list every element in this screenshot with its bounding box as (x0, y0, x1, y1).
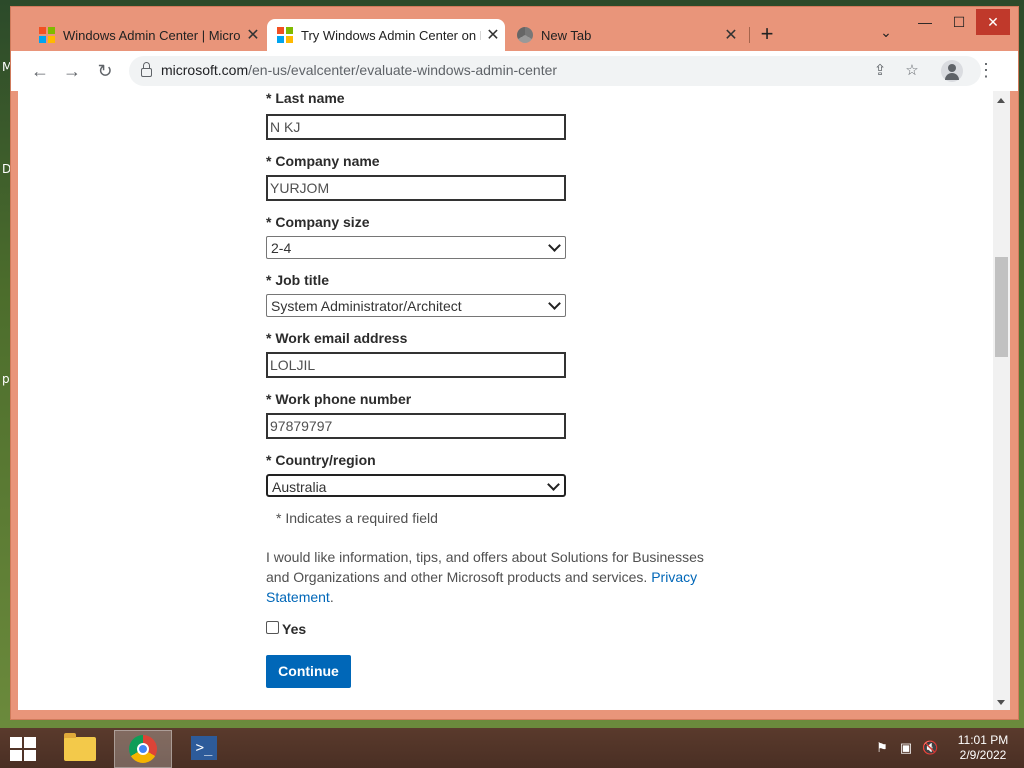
chevron-down-icon (548, 297, 561, 310)
menu-dots-icon[interactable]: ⋮ (977, 60, 995, 82)
yes-label: Yes (282, 621, 307, 637)
tab-title: Try Windows Admin Center on M (301, 27, 481, 43)
tab-title: Windows Admin Center | Micros (63, 27, 241, 43)
tab-close-icon[interactable]: ✕ (241, 25, 265, 45)
back-arrow-icon[interactable]: ← (28, 59, 52, 83)
page-content: * Last name N KJ * Company name YURJOM *… (18, 91, 1003, 710)
new-tab-button[interactable]: + (755, 23, 779, 47)
windows-start-icon[interactable] (10, 737, 38, 761)
folder-icon (64, 733, 96, 761)
tab-close-icon[interactable]: ✕ (481, 25, 505, 45)
tab-close-icon[interactable]: ✕ (719, 25, 743, 45)
chevron-down-icon (548, 239, 561, 252)
scroll-thumb[interactable] (995, 257, 1008, 357)
job-title-value: System Administrator/Architect (271, 298, 462, 314)
company-size-select[interactable]: 2-4 (266, 236, 566, 259)
tab-try-windows-admin-center[interactable]: Try Windows Admin Center on M ✕ (267, 19, 505, 51)
file-explorer-taskbar-button[interactable] (52, 730, 108, 766)
last-name-input[interactable]: N KJ (266, 114, 566, 140)
microsoft-logo-icon (277, 27, 293, 43)
system-clock[interactable]: 11:01 PM 2/9/2022 (950, 733, 1016, 763)
tab-windows-admin-center[interactable]: Windows Admin Center | Micros ✕ (29, 19, 265, 51)
continue-button[interactable]: Continue (266, 655, 351, 688)
scroll-down-icon[interactable] (997, 700, 1005, 705)
company-size-value: 2-4 (271, 240, 292, 256)
chrome-icon (517, 27, 533, 43)
action-center-flag-icon[interactable]: ⚑ (874, 740, 890, 756)
company-name-input[interactable]: YURJOM (266, 175, 566, 201)
clock-date: 2/9/2022 (959, 748, 1007, 762)
country-select[interactable]: Australia (266, 474, 566, 497)
consent-text: I would like information, tips, and offe… (266, 549, 704, 605)
job-title-select[interactable]: System Administrator/Architect (266, 294, 566, 317)
work-phone-label: * Work phone number (266, 391, 412, 407)
close-window-button[interactable]: ✕ (976, 9, 1010, 35)
powershell-icon: >_ (191, 736, 217, 760)
microsoft-logo-icon (39, 27, 55, 43)
clock-time: 11:01 PM (957, 733, 1009, 747)
volume-muted-icon[interactable]: 🔇 (922, 740, 938, 756)
forward-arrow-icon[interactable]: → (60, 59, 84, 83)
minimize-button[interactable]: — (908, 9, 942, 35)
page-scrollbar[interactable] (993, 91, 1010, 710)
bookmark-star-icon[interactable]: ☆ (901, 60, 923, 82)
taskbar: >_ ⚑ ▣ 🔇 11:01 PM 2/9/2022 (0, 728, 1024, 768)
profile-avatar-icon[interactable] (941, 60, 963, 82)
last-name-label: * Last name (266, 91, 345, 106)
tab-title: New Tab (541, 27, 592, 43)
job-title-label: * Job title (266, 272, 330, 288)
share-icon[interactable]: ⇪ (869, 60, 891, 82)
company-name-label: * Company name (266, 153, 380, 169)
work-phone-input[interactable]: 97879797 (266, 413, 566, 439)
powershell-taskbar-button[interactable]: >_ (176, 730, 232, 766)
tab-strip: Windows Admin Center | Micros ✕ Try Wind… (11, 7, 1018, 51)
tab-separator (749, 27, 750, 43)
chevron-down-icon (547, 478, 560, 491)
tab-search-button[interactable]: ⌄ (875, 24, 897, 46)
browser-toolbar: ← → ↻ microsoft.com/en-us/evalcenter/eva… (11, 51, 1018, 91)
address-bar[interactable]: microsoft.com/en-us/evalcenter/evaluate-… (129, 56, 981, 86)
chrome-taskbar-button[interactable] (114, 730, 172, 768)
browser-window: Windows Admin Center | Micros ✕ Try Wind… (10, 6, 1019, 720)
url-text: microsoft.com/en-us/evalcenter/evaluate-… (161, 62, 558, 78)
reload-icon[interactable]: ↻ (93, 59, 117, 83)
work-email-input[interactable]: LOLJIL (266, 352, 566, 378)
company-size-label: * Company size (266, 214, 370, 230)
desktop-icon-label: p (2, 372, 10, 386)
lock-icon (141, 62, 152, 77)
required-field-note: * Indicates a required field (276, 510, 438, 526)
network-icon[interactable]: ▣ (898, 740, 914, 756)
country-value: Australia (272, 479, 327, 495)
chrome-icon (129, 735, 157, 763)
scroll-up-icon[interactable] (997, 98, 1005, 103)
maximize-button[interactable]: ☐ (942, 9, 976, 35)
country-label: * Country/region (266, 452, 376, 468)
tab-new-tab[interactable]: New Tab ✕ (507, 19, 743, 51)
yes-checkbox[interactable] (266, 621, 279, 634)
work-email-label: * Work email address (266, 330, 408, 346)
